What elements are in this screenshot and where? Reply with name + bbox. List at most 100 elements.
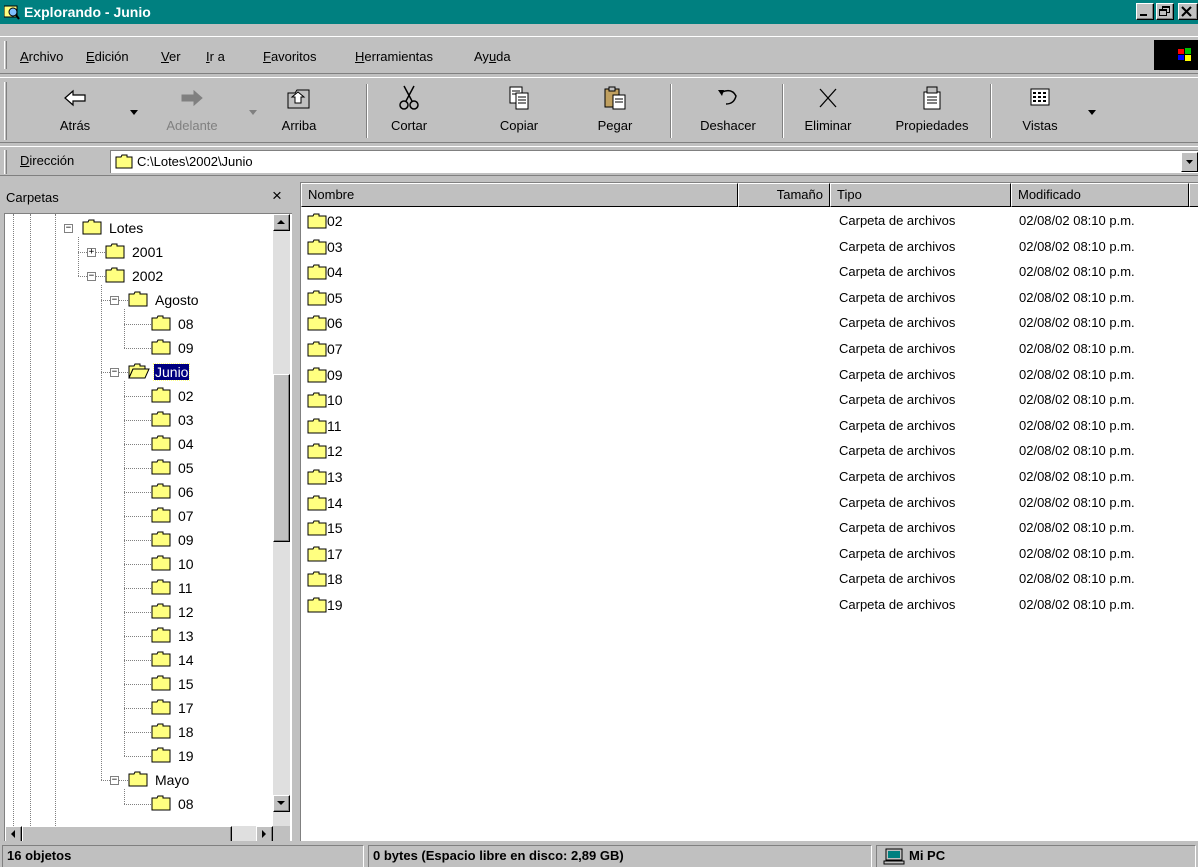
menu-ver[interactable]: Ver <box>161 49 181 65</box>
tree-node-label: 06 <box>178 484 194 500</box>
views-dropdown-icon[interactable] <box>1088 110 1096 116</box>
close-pane-button[interactable]: × <box>272 186 282 206</box>
folder-open-icon <box>128 363 150 379</box>
minimize-button[interactable] <box>1136 3 1154 20</box>
back-button[interactable]: Atrás <box>40 82 110 140</box>
forward-dropdown-icon[interactable] <box>249 110 257 116</box>
views-button[interactable]: Vistas <box>1010 82 1070 140</box>
file-row[interactable]: 06 Carpeta de archivos 02/08/02 08:10 p.m. <box>301 311 1198 336</box>
tree-branch-line <box>124 420 151 421</box>
back-dropdown-icon[interactable] <box>130 110 138 116</box>
close-icon <box>1181 6 1192 17</box>
file-row[interactable]: 04 Carpeta de archivos 02/08/02 08:10 p.m. <box>301 260 1198 285</box>
folder-icon <box>151 579 171 595</box>
copy-icon <box>509 86 529 110</box>
tree-branch-line <box>124 660 151 661</box>
address-input[interactable]: C:\Lotes\2002\Junio <box>110 150 1198 173</box>
menu-ir-a[interactable]: Ir a <box>206 49 225 65</box>
file-row[interactable]: 03 Carpeta de archivos 02/08/02 08:10 p.m. <box>301 235 1198 260</box>
cut-label: Cortar <box>390 118 428 133</box>
collapse-icon[interactable]: − <box>110 776 119 785</box>
menu-favoritos[interactable]: Favoritos <box>263 49 316 65</box>
file-row[interactable]: 05 Carpeta de archivos 02/08/02 08:10 p.m. <box>301 286 1198 311</box>
status-object-count: 16 objetos <box>2 845 364 867</box>
file-row[interactable]: 02 Carpeta de archivos 02/08/02 08:10 p.m. <box>301 209 1198 234</box>
arrow-right-icon <box>262 830 266 838</box>
scroll-left-button[interactable] <box>5 826 22 841</box>
file-row[interactable]: 15 Carpeta de archivos 02/08/02 08:10 p.m. <box>301 516 1198 541</box>
copy-button[interactable]: Copiar <box>484 82 554 140</box>
standard-toolbar: Atrás Adelante Arriba Cortar Copiar Pega… <box>0 77 1198 143</box>
file-row[interactable]: 07 Carpeta de archivos 02/08/02 08:10 p.m. <box>301 337 1198 362</box>
undo-label: Deshacer <box>700 118 756 133</box>
back-arrow-icon <box>64 89 86 107</box>
address-dropdown-button[interactable] <box>1181 152 1198 172</box>
tree-node-label: 04 <box>178 436 194 452</box>
properties-label: Propiedades <box>895 118 969 133</box>
tree-branch-line <box>124 756 151 757</box>
menu-edicion[interactable]: Edición <box>86 49 129 65</box>
folder-icon <box>307 443 327 459</box>
tree-node-label: 05 <box>178 460 194 476</box>
folder-icon <box>151 459 171 475</box>
folder-icon <box>151 507 171 523</box>
cut-button[interactable]: Cortar <box>374 82 444 140</box>
tree-branch-line <box>124 732 151 733</box>
folder-icon <box>307 418 327 434</box>
my-computer-icon <box>883 848 905 865</box>
collapse-icon[interactable]: − <box>110 296 119 305</box>
file-row[interactable]: 18 Carpeta de archivos 02/08/02 08:10 p.m. <box>301 567 1198 592</box>
toolbar-grip[interactable] <box>4 82 7 140</box>
menu-grip[interactable] <box>4 41 7 69</box>
menu-archivo[interactable]: Archivo <box>20 49 63 65</box>
file-list: Nombre Tamaño Tipo Modificado 02 Carpeta … <box>300 182 1198 841</box>
file-row[interactable]: 10 Carpeta de archivos 02/08/02 08:10 p.m. <box>301 388 1198 413</box>
file-row[interactable]: 19 Carpeta de archivos 02/08/02 08:10 p.m. <box>301 593 1198 618</box>
properties-button[interactable]: Propiedades <box>880 82 984 140</box>
scroll-thumb-horizontal[interactable] <box>22 826 232 841</box>
file-row[interactable]: 12 Carpeta de archivos 02/08/02 08:10 p.m. <box>301 439 1198 464</box>
collapse-icon[interactable]: − <box>87 272 96 281</box>
file-row[interactable]: 11 Carpeta de archivos 02/08/02 08:10 p.m. <box>301 414 1198 439</box>
file-row[interactable]: 14 Carpeta de archivos 02/08/02 08:10 p.m. <box>301 491 1198 516</box>
file-row[interactable]: 17 Carpeta de archivos 02/08/02 08:10 p.m. <box>301 542 1198 567</box>
restore-button[interactable] <box>1156 3 1174 20</box>
folder-icon <box>307 469 327 485</box>
file-modified: 02/08/02 08:10 p.m. <box>1019 238 1135 254</box>
column-header-size[interactable]: Tamaño <box>738 183 830 207</box>
tree-branch-line <box>124 540 151 541</box>
up-button[interactable]: Arriba <box>274 82 324 140</box>
tree-horizontal-scrollbar[interactable] <box>5 826 273 841</box>
file-modified: 02/08/02 08:10 p.m. <box>1019 494 1135 510</box>
close-button[interactable] <box>1178 3 1198 20</box>
column-header-modified[interactable]: Modificado <box>1011 183 1189 207</box>
address-grip[interactable] <box>4 150 7 174</box>
expand-icon[interactable]: + <box>87 248 96 257</box>
scroll-thumb[interactable] <box>273 374 290 542</box>
tree-vertical-scrollbar[interactable] <box>273 214 290 826</box>
collapse-icon[interactable]: − <box>64 224 73 233</box>
file-type: Carpeta de archivos <box>839 213 956 228</box>
undo-button[interactable]: Deshacer <box>688 82 768 140</box>
tree-node-label: 11 <box>178 580 193 596</box>
paste-button[interactable]: Pegar <box>580 82 650 140</box>
column-header-name[interactable]: Nombre <box>301 183 738 207</box>
column-header-type[interactable]: Tipo <box>830 183 1011 207</box>
scroll-down-button[interactable] <box>273 795 290 812</box>
folder-icon <box>307 213 327 229</box>
title-bar[interactable]: Explorando - Junio <box>0 0 1198 24</box>
menu-herramientas[interactable]: Herramientas <box>355 49 433 65</box>
file-row[interactable]: 13 Carpeta de archivos 02/08/02 08:10 p.m. <box>301 465 1198 490</box>
file-row[interactable]: 09 Carpeta de archivos 02/08/02 08:10 p.m. <box>301 363 1198 388</box>
minimize-icon <box>1140 14 1147 16</box>
folder-icon <box>307 546 327 562</box>
scroll-up-button[interactable] <box>273 214 290 231</box>
views-icon <box>1030 88 1050 106</box>
menu-ayuda[interactable]: Ayuda <box>474 49 511 65</box>
scroll-right-button[interactable] <box>256 826 273 841</box>
collapse-icon[interactable]: − <box>110 368 119 377</box>
forward-button[interactable]: Adelante <box>152 82 232 140</box>
delete-button[interactable]: Eliminar <box>790 82 866 140</box>
scrollbar-corner <box>273 826 290 841</box>
tree-branch-line <box>124 309 125 348</box>
